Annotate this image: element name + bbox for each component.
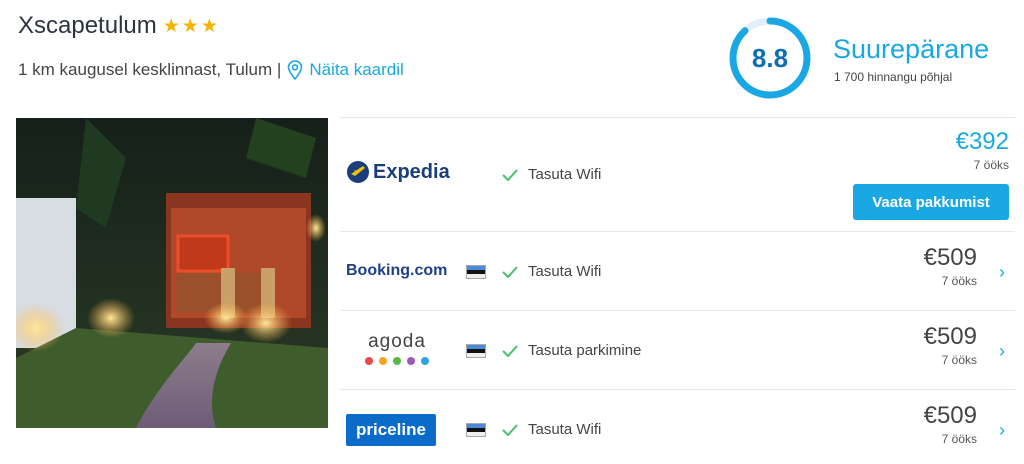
estonia-flag-icon — [466, 344, 486, 358]
price-block: €509 7 ööks — [924, 244, 977, 288]
nights-text: 7 ööks — [941, 353, 977, 367]
check-icon — [502, 265, 518, 278]
priceline-logo: priceline — [346, 414, 436, 446]
estonia-flag-icon — [466, 423, 486, 437]
check-icon — [502, 344, 518, 357]
star-icon: ★ — [200, 15, 218, 37]
garden-night-image — [16, 118, 328, 428]
star-icon: ★ — [181, 15, 199, 37]
price[interactable]: €509 — [924, 402, 977, 430]
chevron-right-icon[interactable]: › — [999, 341, 1005, 362]
perk-label: Tasuta Wifi — [528, 263, 602, 280]
chevron-right-icon[interactable]: › — [999, 420, 1005, 441]
offer-row-booking[interactable]: Booking.com Tasuta Wifi €509 7 ööks › — [340, 231, 1015, 310]
perk-label: Tasuta Wifi — [528, 166, 602, 183]
expedia-plane-icon — [347, 161, 369, 183]
nights-text: 7 ööks — [941, 432, 977, 446]
show-on-map-link[interactable]: Näita kaardil — [287, 60, 404, 80]
review-count: 1 700 hinnangu põhjal — [834, 70, 953, 84]
price[interactable]: €392 — [956, 128, 1009, 156]
rating-score: 8.8 — [751, 42, 789, 73]
hotel-title: Xscapetulum ★ ★ ★ — [18, 12, 218, 40]
offers-list: Expedia Tasuta Wifi €392 7 ööks Vaata pa… — [340, 117, 1015, 464]
star-rating: ★ ★ ★ — [163, 17, 218, 36]
expedia-logo-text: Expedia — [373, 160, 450, 183]
star-icon: ★ — [162, 15, 180, 37]
agoda-dots-icon — [365, 357, 429, 365]
check-icon — [502, 423, 518, 436]
perk-label: Tasuta Wifi — [528, 421, 602, 438]
distance-text: 1 km kaugusel kesklinnast, Tulum | — [18, 60, 282, 79]
booking-logo: Booking.com — [346, 262, 448, 279]
nights-text: 7 ööks — [973, 158, 1009, 172]
perk: Tasuta Wifi — [502, 263, 601, 280]
map-pin-icon — [288, 60, 303, 80]
price[interactable]: €509 — [924, 323, 977, 351]
agoda-logo: agoda — [362, 331, 432, 371]
hotel-name[interactable]: Xscapetulum — [18, 12, 157, 40]
location-line: 1 km kaugusel kesklinnast, Tulum | Näita… — [18, 60, 404, 80]
offer-row-priceline[interactable]: priceline Tasuta Wifi €509 7 ööks › — [340, 389, 1015, 464]
price-block: €392 7 ööks — [956, 128, 1009, 172]
perk: Tasuta Wifi — [502, 166, 601, 183]
perk-label: Tasuta parkimine — [528, 342, 642, 359]
offer-row-expedia[interactable]: Expedia Tasuta Wifi €392 7 ööks Vaata pa… — [340, 117, 1015, 231]
map-link-label: Näita kaardil — [309, 60, 404, 79]
perk: Tasuta Wifi — [502, 421, 601, 438]
estonia-flag-icon — [466, 265, 486, 279]
price-block: €509 7 ööks — [924, 402, 977, 446]
expedia-logo: Expedia — [346, 160, 450, 184]
offer-row-agoda[interactable]: agoda Tasuta parkimine €509 7 ööks › — [340, 310, 1015, 389]
view-deal-button[interactable]: Vaata pakkumist — [853, 184, 1009, 220]
perk: Tasuta parkimine — [502, 342, 641, 359]
check-icon — [502, 168, 518, 181]
rating-label: Suurepärane — [833, 34, 990, 64]
chevron-right-icon[interactable]: › — [999, 262, 1005, 283]
agoda-logo-text: agoda — [368, 331, 426, 352]
price[interactable]: €509 — [924, 244, 977, 272]
nights-text: 7 ööks — [941, 274, 977, 288]
hotel-photo[interactable] — [16, 118, 328, 428]
price-block: €509 7 ööks — [924, 323, 977, 367]
